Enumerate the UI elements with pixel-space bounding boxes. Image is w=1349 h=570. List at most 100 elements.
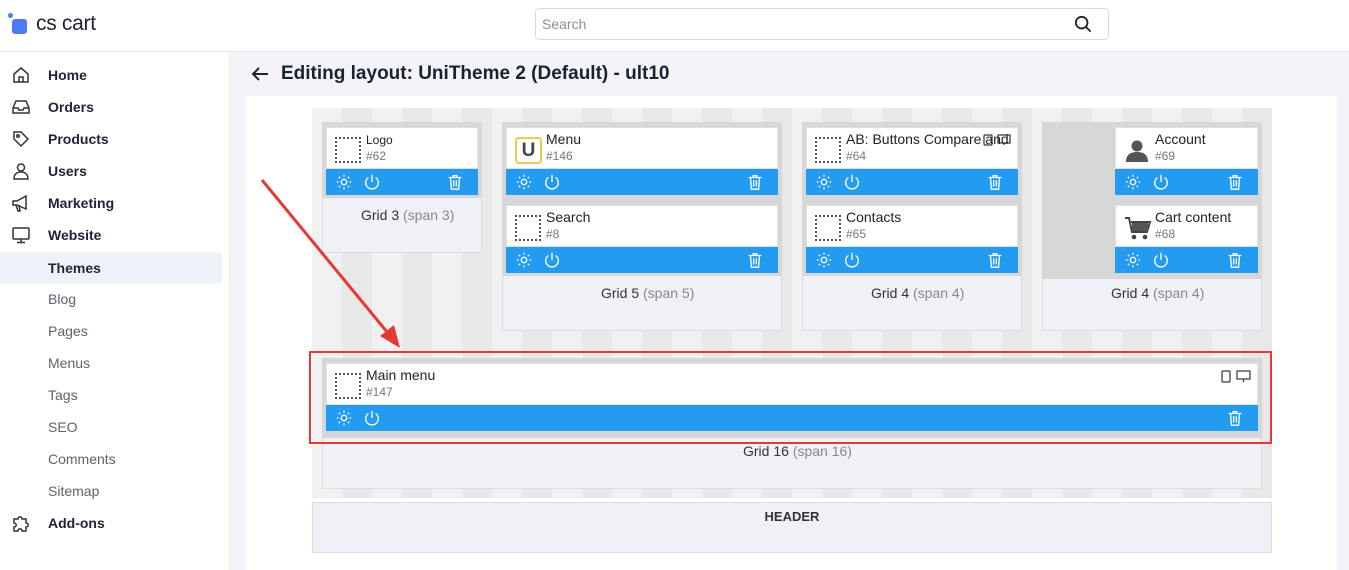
- block-account[interactable]: Account #69: [1115, 127, 1258, 169]
- block-id: #68: [1155, 227, 1176, 241]
- block-placeholder-icon: [815, 137, 841, 163]
- sidebar-item-label: Blog: [48, 291, 77, 307]
- block-name: Account: [1155, 131, 1206, 147]
- grid-label: Grid 5 (span 5): [601, 285, 695, 301]
- cs-cart-logo[interactable]: cs cart: [8, 12, 96, 36]
- block-id: #8: [546, 227, 560, 241]
- sidebar-item-label: Sitemap: [48, 483, 100, 499]
- gear-icon[interactable]: [1124, 251, 1142, 269]
- gear-icon[interactable]: [335, 173, 353, 191]
- sidebar-item-label: SEO: [48, 419, 78, 435]
- sidebar-item-menus[interactable]: Menus: [0, 347, 222, 379]
- block-name: Menu: [546, 131, 582, 147]
- block-id: #146: [546, 149, 573, 163]
- gear-icon[interactable]: [1124, 173, 1142, 191]
- trash-icon[interactable]: [1226, 173, 1244, 191]
- tag-icon: [13, 131, 30, 148]
- sidebar-item-seo[interactable]: SEO: [0, 411, 222, 443]
- trash-icon[interactable]: [986, 173, 1004, 191]
- desktop-icon: [997, 134, 1011, 145]
- gear-icon[interactable]: [815, 251, 833, 269]
- back-arrow-icon[interactable]: [250, 65, 270, 83]
- trash-icon[interactable]: [746, 173, 764, 191]
- power-icon[interactable]: [543, 173, 561, 191]
- gear-icon[interactable]: [815, 173, 833, 191]
- power-icon[interactable]: [843, 173, 861, 191]
- top-bar: cs cart: [0, 0, 1349, 52]
- account-icon: [1126, 140, 1148, 162]
- power-icon[interactable]: [843, 251, 861, 269]
- logo-icon: [8, 13, 30, 35]
- block-toolbar: [326, 169, 478, 195]
- power-icon[interactable]: [1152, 251, 1170, 269]
- block-logo[interactable]: Logo #62: [326, 127, 478, 169]
- grid-label: Grid 4 (span 4): [871, 285, 965, 301]
- sidebar-item-label: Products: [48, 131, 109, 147]
- sidebar-item-label: Home: [48, 67, 87, 83]
- search-box: [535, 8, 1109, 40]
- block-name: Search: [546, 209, 591, 225]
- sidebar-item-orders[interactable]: Orders: [0, 91, 222, 123]
- block-placeholder-icon: [815, 215, 841, 241]
- container-label: HEADER: [764, 509, 820, 524]
- search-input[interactable]: [536, 9, 1056, 39]
- gear-icon[interactable]: [515, 251, 533, 269]
- block-name: Logo: [366, 133, 393, 147]
- sidebar-item-website[interactable]: Website: [0, 219, 222, 251]
- trash-icon[interactable]: [986, 251, 1004, 269]
- block-toolbar: [1115, 247, 1258, 273]
- sidebar-item-themes[interactable]: Themes: [0, 252, 222, 284]
- trash-icon[interactable]: [746, 251, 764, 269]
- block-toolbar: [1115, 169, 1258, 195]
- sidebar-item-label: Add-ons: [48, 515, 105, 531]
- sidebar-item-label: Menus: [48, 355, 91, 371]
- block-placeholder-icon: [515, 215, 541, 241]
- block-name: Cart content: [1155, 209, 1232, 225]
- block-toolbar: [506, 247, 778, 273]
- inbox-icon: [12, 100, 30, 114]
- sidebar-item-label: Website: [48, 227, 102, 243]
- sidebar-item-label: Users: [48, 163, 87, 179]
- tablet-icon: [983, 134, 993, 146]
- search-icon[interactable]: [1074, 15, 1092, 33]
- power-icon[interactable]: [543, 251, 561, 269]
- sidebar-item-products[interactable]: Products: [0, 123, 222, 155]
- sidebar-item-comments[interactable]: Comments: [0, 443, 222, 475]
- home-icon: [13, 67, 29, 83]
- block-menu[interactable]: U Menu #146: [506, 127, 778, 169]
- sidebar-item-blog[interactable]: Blog: [0, 283, 222, 315]
- block-id: #62: [366, 149, 387, 163]
- logo-text: cs cart: [36, 12, 96, 35]
- sidebar-item-home[interactable]: Home: [0, 59, 222, 91]
- gear-icon[interactable]: [515, 173, 533, 191]
- trash-icon[interactable]: [446, 173, 464, 191]
- sidebar-item-marketing[interactable]: Marketing: [0, 187, 222, 219]
- sidebar-item-label: Pages: [48, 323, 88, 339]
- cart-icon: [1125, 217, 1152, 240]
- sidebar-item-label: Tags: [48, 387, 78, 403]
- highlight-rectangle: [309, 351, 1272, 444]
- sidebar-item-label: Themes: [48, 260, 101, 276]
- block-search[interactable]: Search #8: [506, 205, 778, 247]
- block-id: #64: [846, 149, 867, 163]
- user-icon: [13, 163, 29, 180]
- power-icon[interactable]: [363, 173, 381, 191]
- sidebar-item-add-ons[interactable]: Add-ons: [0, 507, 222, 539]
- page-title: Editing layout: UniTheme 2 (Default) - u…: [281, 63, 670, 84]
- power-icon[interactable]: [1152, 173, 1170, 191]
- grid-label: Grid 4 (span 4): [1111, 285, 1205, 301]
- sidebar-item-tags[interactable]: Tags: [0, 379, 222, 411]
- sidebar-item-pages[interactable]: Pages: [0, 315, 222, 347]
- sidebar-item-label: Orders: [48, 99, 94, 115]
- trash-icon[interactable]: [1226, 251, 1244, 269]
- block-id: #65: [846, 227, 867, 241]
- sidebar-item-users[interactable]: Users: [0, 155, 222, 187]
- block-ab-buttons-compare[interactable]: AB: Buttons Compare and #64: [806, 127, 1018, 169]
- monitor-icon: [12, 227, 30, 244]
- block-contacts[interactable]: Contacts #65: [806, 205, 1018, 247]
- block-id: #69: [1155, 149, 1176, 163]
- header-container[interactable]: HEADER: [312, 502, 1272, 553]
- block-cart-content[interactable]: Cart content #68: [1115, 205, 1258, 247]
- puzzle-icon: [13, 516, 29, 532]
- sidebar-item-sitemap[interactable]: Sitemap: [0, 475, 222, 507]
